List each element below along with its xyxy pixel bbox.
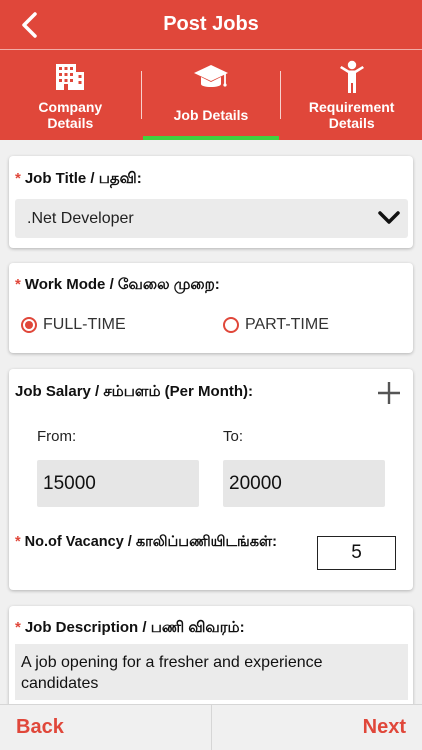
active-tab-indicator — [142, 136, 280, 140]
radio-full-time[interactable]: FULL-TIME — [21, 316, 126, 334]
description-textarea[interactable]: A job opening for a fresher and experien… — [15, 644, 408, 700]
job-title-label: * Job Title / பதவி: — [15, 170, 142, 189]
description-card: * Job Description / பணி விவரம்: A job ope… — [9, 606, 413, 716]
required-marker: * — [15, 170, 21, 187]
footer-bar: Back Next — [0, 704, 422, 750]
vacancy-label: * No.of Vacancy / காலிப்பணியிடங்கள்: — [15, 532, 305, 552]
work-mode-label-text: Work Mode / வேலை முறை: — [24, 276, 220, 293]
description-label-text: Job Description / பணி விவரம்: — [24, 619, 245, 636]
header: Post Jobs Company Details Job Details Re… — [0, 0, 422, 140]
salary-card: Job Salary / சம்பளம் (Per Month): From: … — [9, 369, 413, 590]
description-label: * Job Description / பணி விவரம்: — [15, 619, 245, 638]
tab-divider — [140, 71, 142, 119]
top-bar: Post Jobs — [0, 0, 422, 50]
required-marker: * — [15, 276, 21, 293]
tab-label: Job Details — [173, 107, 249, 123]
graduation-cap-icon — [193, 61, 229, 93]
radio-unselected-icon — [223, 317, 239, 333]
work-mode-card: * Work Mode / வேலை முறை: FULL-TIME PART-T… — [9, 263, 413, 353]
back-button[interactable]: Back — [0, 705, 212, 750]
tab-label: Requirement Details — [308, 99, 395, 131]
job-title-label-text: Job Title / பதவி: — [24, 170, 142, 187]
radio-part-time[interactable]: PART-TIME — [223, 316, 329, 334]
radio-full-time-label: FULL-TIME — [43, 316, 126, 333]
salary-to-label: To: — [223, 428, 244, 445]
required-marker: * — [15, 534, 21, 550]
job-title-select[interactable]: .Net Developer — [15, 199, 408, 238]
salary-from-label: From: — [37, 428, 77, 445]
salary-label: Job Salary / சம்பளம் (Per Month): — [15, 383, 254, 400]
tab-job-details[interactable]: Job Details — [140, 51, 282, 140]
vacancy-label-text: No.of Vacancy / காலிப்பணியிடங்கள்: — [24, 534, 277, 550]
job-title-card: * Job Title / பதவி: .Net Developer — [9, 156, 413, 248]
work-mode-label: * Work Mode / வேலை முறை: — [15, 276, 220, 295]
chevron-down-icon — [378, 211, 400, 224]
salary-to-input[interactable]: 20000 — [223, 460, 385, 507]
salary-from-input[interactable]: 15000 — [37, 460, 199, 507]
required-marker: * — [15, 619, 21, 636]
page-title: Post Jobs — [163, 13, 259, 35]
building-icon — [55, 61, 85, 93]
job-title-value: .Net Developer — [27, 209, 134, 227]
tab-company-details[interactable]: Company Details — [0, 51, 141, 140]
next-button[interactable]: Next — [212, 705, 422, 750]
radio-selected-icon — [21, 317, 37, 333]
vacancy-input[interactable]: 5 — [317, 536, 396, 570]
step-tabs: Company Details Job Details Requirement … — [0, 51, 422, 140]
person-icon — [338, 60, 366, 93]
plus-icon[interactable] — [377, 381, 401, 405]
tab-requirement-details[interactable]: Requirement Details — [281, 51, 422, 140]
radio-part-time-label: PART-TIME — [245, 316, 329, 333]
tab-label: Company Details — [38, 99, 103, 131]
